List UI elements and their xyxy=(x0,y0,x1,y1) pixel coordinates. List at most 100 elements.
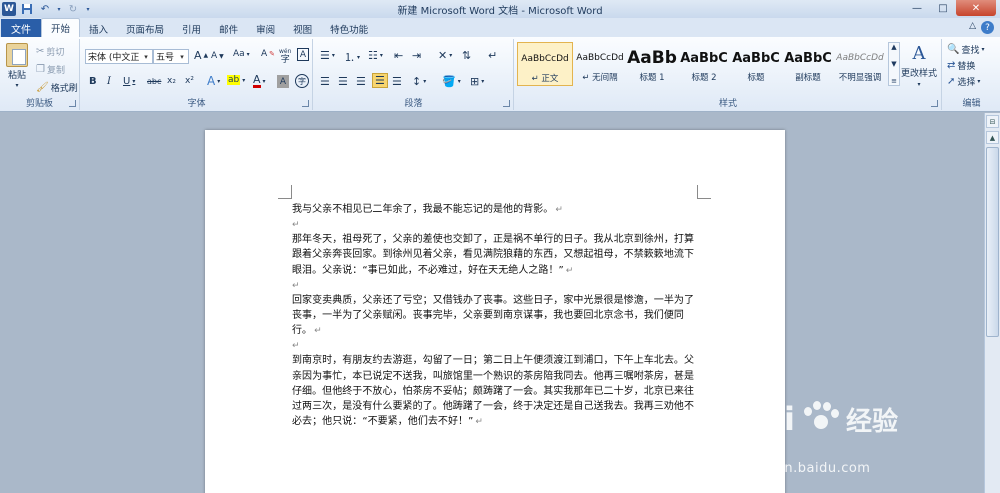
paragraph-1[interactable]: 我与父亲不相见已二年余了，我最不能忘记的是他的背影。 ↵ xyxy=(292,202,702,218)
clipboard-launcher-icon[interactable] xyxy=(69,100,76,107)
find-button[interactable]: 🔍 查找 ▾ xyxy=(947,43,984,56)
paragraph-text: 那年冬天，祖母死了，父亲的差使也交卸了，正是祸不单行的日子。我从北京到徐州，打算… xyxy=(292,234,694,276)
tab-view[interactable]: 视图 xyxy=(284,20,321,37)
style-subtitle[interactable]: AaBbC 副标题 xyxy=(780,42,836,86)
style-heading-1[interactable]: AaBb 标题 1 xyxy=(624,42,680,86)
strikethrough-button[interactable]: abc xyxy=(147,77,161,86)
style-heading-2[interactable]: AaBbC 标题 2 xyxy=(676,42,732,86)
minimize-ribbon-icon[interactable]: △ xyxy=(969,21,976,31)
font-size-dropdown-icon[interactable]: ▾ xyxy=(177,51,187,62)
align-center-button[interactable]: ☰ xyxy=(338,75,348,88)
select-button[interactable]: ➚ 选择 ▾ xyxy=(947,75,980,88)
more-styles-icon[interactable]: ≡ xyxy=(891,77,897,85)
chevron-up-icon[interactable]: ▲ xyxy=(891,43,896,51)
align-left-button[interactable]: ☰ xyxy=(320,75,330,88)
text-effects-button[interactable]: A ▾ xyxy=(207,74,220,88)
font-size-combo[interactable]: 五号 ▾ xyxy=(153,49,189,64)
scrollbar-thumb[interactable] xyxy=(986,147,999,337)
undo-icon[interactable]: ↶ xyxy=(38,2,52,16)
show-marks-button[interactable]: ↵ xyxy=(488,49,497,62)
font-name-dropdown-icon[interactable]: ▾ xyxy=(141,51,151,62)
shading-button[interactable]: 🪣 ▾ xyxy=(442,75,461,88)
word-app-icon[interactable]: W xyxy=(2,2,16,16)
save-icon[interactable] xyxy=(20,2,34,16)
empty-paragraph[interactable]: ↵ xyxy=(292,279,702,293)
font-launcher-icon[interactable] xyxy=(302,100,309,107)
borders-button[interactable]: ⊞ ▾ xyxy=(470,75,484,88)
tab-mailings[interactable]: 邮件 xyxy=(210,20,247,37)
empty-paragraph[interactable]: ↵ xyxy=(292,339,702,353)
paragraph-launcher-icon[interactable] xyxy=(503,100,510,107)
grow-font-button[interactable]: A ▲ xyxy=(194,49,208,62)
change-styles-button[interactable]: A 更改样式 ▾ xyxy=(901,43,937,88)
chinese-layout-button[interactable]: ✕ ▾ xyxy=(438,49,452,62)
numbering-button[interactable]: ⒈ ▾ xyxy=(344,49,360,65)
document-page[interactable]: 我与父亲不相见已二年余了，我最不能忘记的是他的背影。 ↵ ↵ 那年冬天，祖母死了，… xyxy=(205,130,785,493)
bold-button[interactable]: B xyxy=(89,76,97,87)
justify-button[interactable]: ☰ xyxy=(372,73,388,88)
character-border-button[interactable]: A xyxy=(297,48,309,61)
style-title[interactable]: AaBbC 标题 xyxy=(728,42,784,86)
paste-button[interactable]: 粘贴 ▾ xyxy=(6,43,28,89)
close-icon[interactable]: ✕ xyxy=(956,0,996,16)
styles-gallery-scroll[interactable]: ▲ ▼ ≡ xyxy=(888,42,900,86)
italic-button[interactable]: I xyxy=(107,76,111,87)
align-right-button[interactable]: ☰ xyxy=(356,75,366,88)
bullets-button[interactable]: ☰ ▾ xyxy=(320,49,335,62)
style-normal[interactable]: AaBbCcDd ↵ 正文 xyxy=(517,42,573,86)
font-group: 宋体 (中文正 ▾ 五号 ▾ A ▲ A ▼ Aa ▾ A ✎ wén 字 A B I … xyxy=(81,39,313,110)
clear-formatting-button[interactable]: A ✎ xyxy=(261,49,275,59)
document-body[interactable]: 我与父亲不相见已二年余了，我最不能忘记的是他的背影。 ↵ ↵ 那年冬天，祖母死了，… xyxy=(292,202,702,430)
document-area[interactable]: 我与父亲不相见已二年余了，我最不能忘记的是他的背影。 ↵ ↵ 那年冬天，祖母死了，… xyxy=(0,113,984,493)
justify-icon: ☰ xyxy=(375,74,385,87)
format-painter-button[interactable]: 🖌 格式刷 xyxy=(36,81,78,94)
shrink-font-button[interactable]: A ▼ xyxy=(211,51,224,61)
change-case-button[interactable]: Aa ▾ xyxy=(233,49,250,59)
superscript-button[interactable]: x² xyxy=(185,76,194,86)
tab-page-layout[interactable]: 页面布局 xyxy=(117,20,173,37)
paragraph-mark: ↵ xyxy=(475,417,483,428)
scroll-up-icon[interactable]: ▲ xyxy=(986,131,999,144)
chevron-down-icon[interactable]: ▼ xyxy=(891,60,896,68)
minimize-icon[interactable]: — xyxy=(904,0,930,16)
tab-home[interactable]: 开始 xyxy=(41,18,81,37)
vertical-scrollbar[interactable]: ⊟ ▲ xyxy=(984,113,1000,493)
tab-file[interactable]: 文件 xyxy=(1,19,41,37)
style-subtle-emphasis[interactable]: AaBbCcDd 不明显强调 xyxy=(832,42,888,86)
multilevel-list-button[interactable]: ☷ ▾ xyxy=(368,49,383,62)
font-name-combo[interactable]: 宋体 (中文正 ▾ xyxy=(85,49,153,64)
underline-button[interactable]: U ▾ xyxy=(123,76,135,87)
styles-launcher-icon[interactable] xyxy=(931,100,938,107)
cut-button[interactable]: ✂ 剪切 xyxy=(36,45,64,58)
paw-logo-icon xyxy=(800,399,840,439)
enclose-characters-button[interactable]: 字 xyxy=(295,74,309,88)
copy-button[interactable]: ❐ 复制 xyxy=(36,63,65,76)
line-spacing-button[interactable]: ↕ ▾ xyxy=(412,75,426,88)
font-color-button[interactable]: A ▾ xyxy=(253,74,266,88)
distributed-button[interactable]: ☰ xyxy=(392,75,402,88)
sort-button[interactable]: ⇅ xyxy=(462,49,471,62)
style-no-spacing[interactable]: AaBbCcDd ↵ 无间隔 xyxy=(572,42,628,86)
paragraph-3[interactable]: 回家变卖典质，父亲还了亏空；又借钱办了丧事。这些日子，家中光景很是惨澹，一半为了… xyxy=(292,293,702,340)
character-shading-button[interactable]: A xyxy=(277,75,289,88)
replace-button[interactable]: ⇄ 替换 xyxy=(947,59,975,72)
pinyin-guide-button[interactable]: wén 字 xyxy=(279,48,291,65)
maximize-icon[interactable]: □ xyxy=(930,0,956,16)
increase-indent-icon: ⇥ xyxy=(412,49,422,62)
undo-dropdown-icon[interactable]: ▾ xyxy=(56,2,62,16)
redo-icon[interactable]: ↻ xyxy=(66,2,80,16)
tab-references[interactable]: 引用 xyxy=(173,20,210,37)
subscript-button[interactable]: x₂ xyxy=(167,76,176,86)
increase-indent-button[interactable]: ⇥ xyxy=(412,49,421,62)
decrease-indent-button[interactable]: ⇤ xyxy=(394,49,403,62)
highlight-button[interactable]: ab ▾ xyxy=(227,75,245,85)
tab-insert[interactable]: 插入 xyxy=(80,20,117,37)
empty-paragraph[interactable]: ↵ xyxy=(292,218,702,232)
paragraph-2[interactable]: 那年冬天，祖母死了，父亲的差使也交卸了，正是祸不单行的日子。我从北京到徐州，打算… xyxy=(292,232,702,279)
ruler-toggle-icon[interactable]: ⊟ xyxy=(986,115,999,128)
tab-special-features[interactable]: 特色功能 xyxy=(321,20,377,37)
customize-qat-icon[interactable]: ▾ xyxy=(84,2,92,16)
help-icon[interactable]: ? xyxy=(981,21,994,34)
paragraph-4[interactable]: 到南京时，有朋友约去游逛，勾留了一日；第二日上午便须渡江到浦口，下午上车北去。父… xyxy=(292,353,702,430)
tab-review[interactable]: 审阅 xyxy=(247,20,284,37)
